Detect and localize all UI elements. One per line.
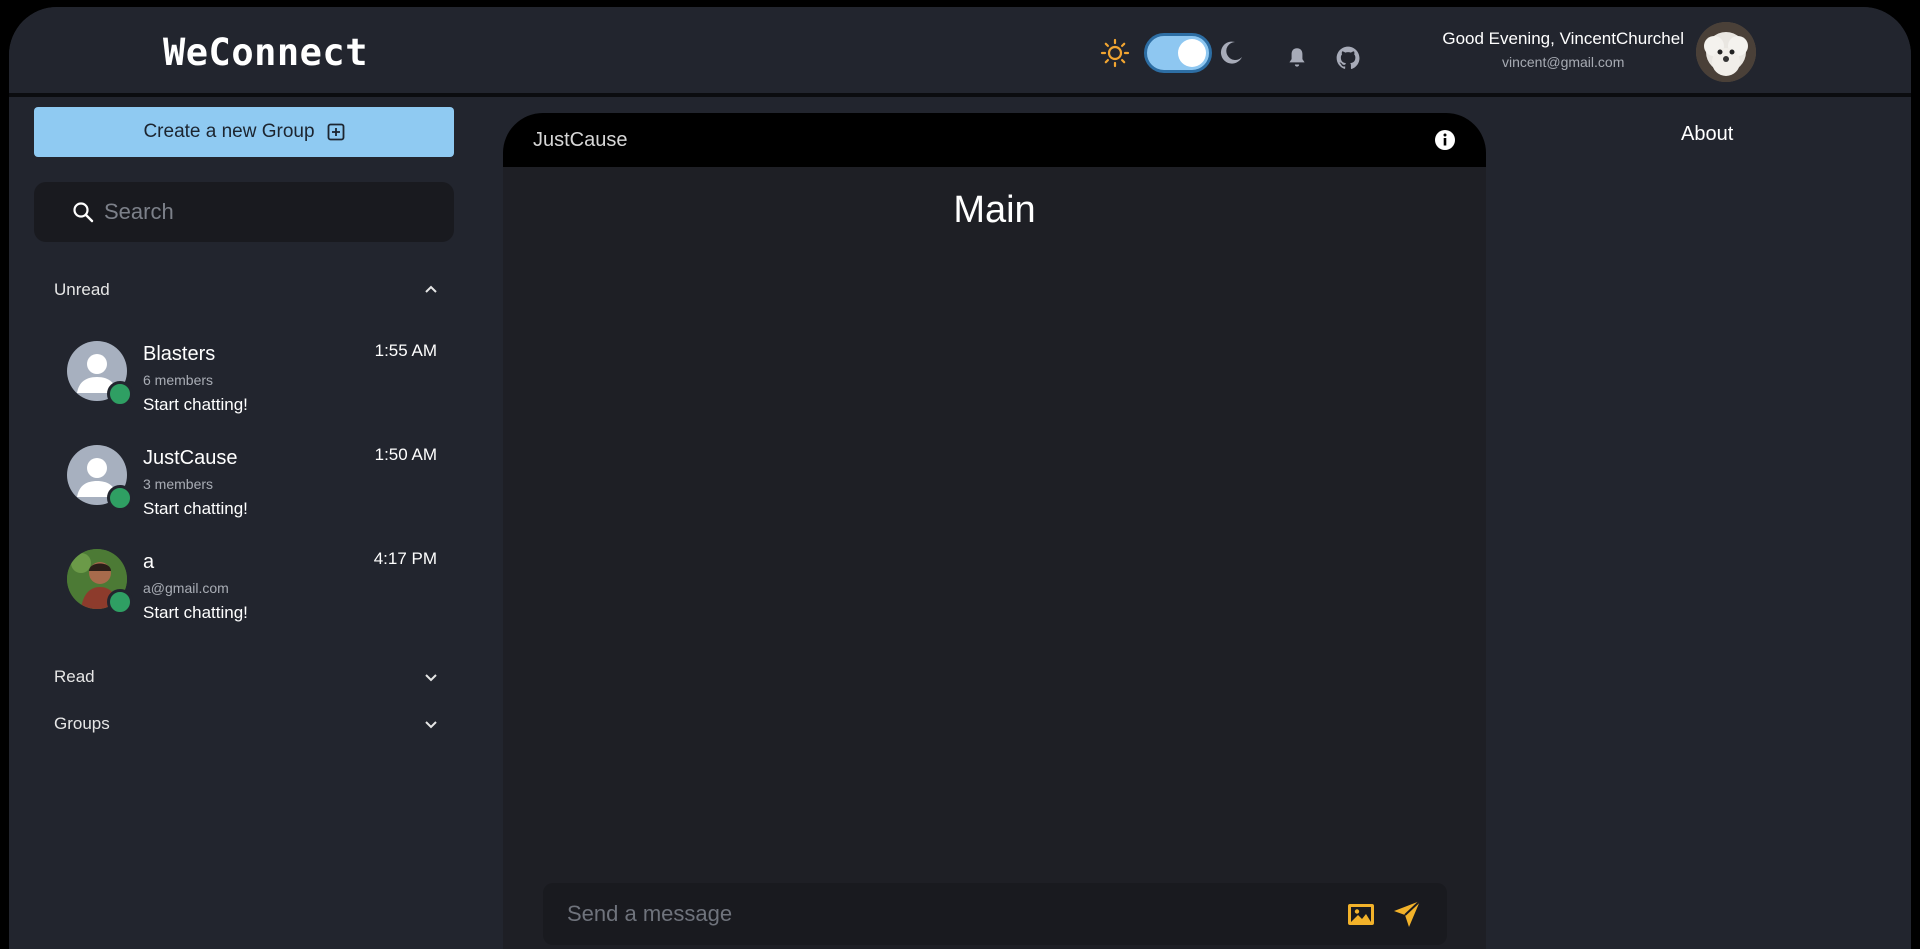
chevron-up-icon — [425, 285, 437, 293]
user-greeting: Good Evening, VincentChurchel vincent@gm… — [1442, 29, 1684, 70]
greeting-text: Good Evening, VincentChurchel — [1442, 29, 1684, 48]
create-group-button[interactable]: Create a new Group — [34, 107, 454, 157]
section-unread[interactable]: Unread — [54, 275, 439, 305]
brand-logo: WeConnect — [163, 31, 368, 74]
sun-icon — [1100, 38, 1130, 68]
message-input[interactable] — [567, 901, 1331, 927]
chat-last-message: Start chatting! — [143, 603, 248, 622]
online-status-dot — [107, 381, 133, 407]
chat-subtitle: a@gmail.com — [143, 580, 229, 596]
section-groups[interactable]: Groups — [54, 709, 439, 739]
theme-switch-knob — [1178, 39, 1206, 67]
online-status-dot — [107, 485, 133, 511]
chat-time: 4:17 PM — [373, 549, 437, 568]
bell-icon[interactable] — [1284, 45, 1310, 71]
add-square-icon — [327, 123, 344, 141]
chat-time: 1:55 AM — [374, 341, 437, 360]
create-group-label: Create a new Group — [143, 121, 315, 142]
theme-switch[interactable] — [1144, 33, 1212, 73]
chat-time: 1:50 AM — [374, 445, 437, 464]
chat-title: JustCause — [533, 128, 628, 151]
github-icon[interactable] — [1335, 45, 1361, 71]
chevron-down-icon — [425, 721, 437, 729]
section-read[interactable]: Read — [54, 662, 439, 692]
top-header: WeConnect Good Evening, VincentChurchel … — [9, 7, 1911, 97]
chat-subtitle: 3 members — [143, 476, 214, 492]
section-unread-label: Unread — [54, 280, 110, 299]
image-upload-icon[interactable] — [1345, 898, 1377, 930]
chat-item-justcause[interactable]: JustCause 3 members Start chatting! 1:50… — [67, 445, 437, 535]
sidebar: Create a new Group Unread — [9, 101, 489, 949]
theme-toggle[interactable] — [1100, 31, 1245, 75]
section-read-label: Read — [54, 667, 95, 686]
online-status-dot — [107, 589, 133, 615]
search-box[interactable] — [34, 182, 454, 242]
chat-last-message: Start chatting! — [143, 499, 248, 518]
channel-title: Main — [953, 189, 1036, 231]
chat-last-message: Start chatting! — [143, 395, 248, 414]
send-icon[interactable] — [1391, 898, 1423, 930]
user-avatar[interactable] — [1696, 22, 1756, 82]
chat-item-blasters[interactable]: Blasters 6 members Start chatting! 1:55 … — [67, 341, 437, 431]
user-email: vincent@gmail.com — [1502, 54, 1625, 70]
chat-name: Blasters — [143, 343, 216, 365]
chat-item-a[interactable]: a a@gmail.com Start chatting! 4:17 PM — [67, 549, 437, 639]
app-frame: WeConnect Good Evening, VincentChurchel … — [9, 7, 1911, 949]
chat-header: JustCause — [503, 113, 1486, 167]
search-icon — [73, 202, 94, 223]
info-icon[interactable] — [1434, 129, 1456, 151]
chat-panel: JustCause Main — [503, 113, 1486, 949]
search-input[interactable] — [104, 199, 424, 225]
about-label[interactable]: About — [1681, 123, 1733, 146]
chat-name: a — [143, 551, 155, 573]
moon-icon — [1220, 41, 1242, 64]
chevron-down-icon — [425, 674, 437, 682]
message-composer — [543, 883, 1447, 945]
chat-subtitle: 6 members — [143, 372, 214, 388]
dog-avatar-icon — [1696, 22, 1756, 82]
section-groups-label: Groups — [54, 714, 110, 733]
chat-name: JustCause — [143, 447, 238, 469]
